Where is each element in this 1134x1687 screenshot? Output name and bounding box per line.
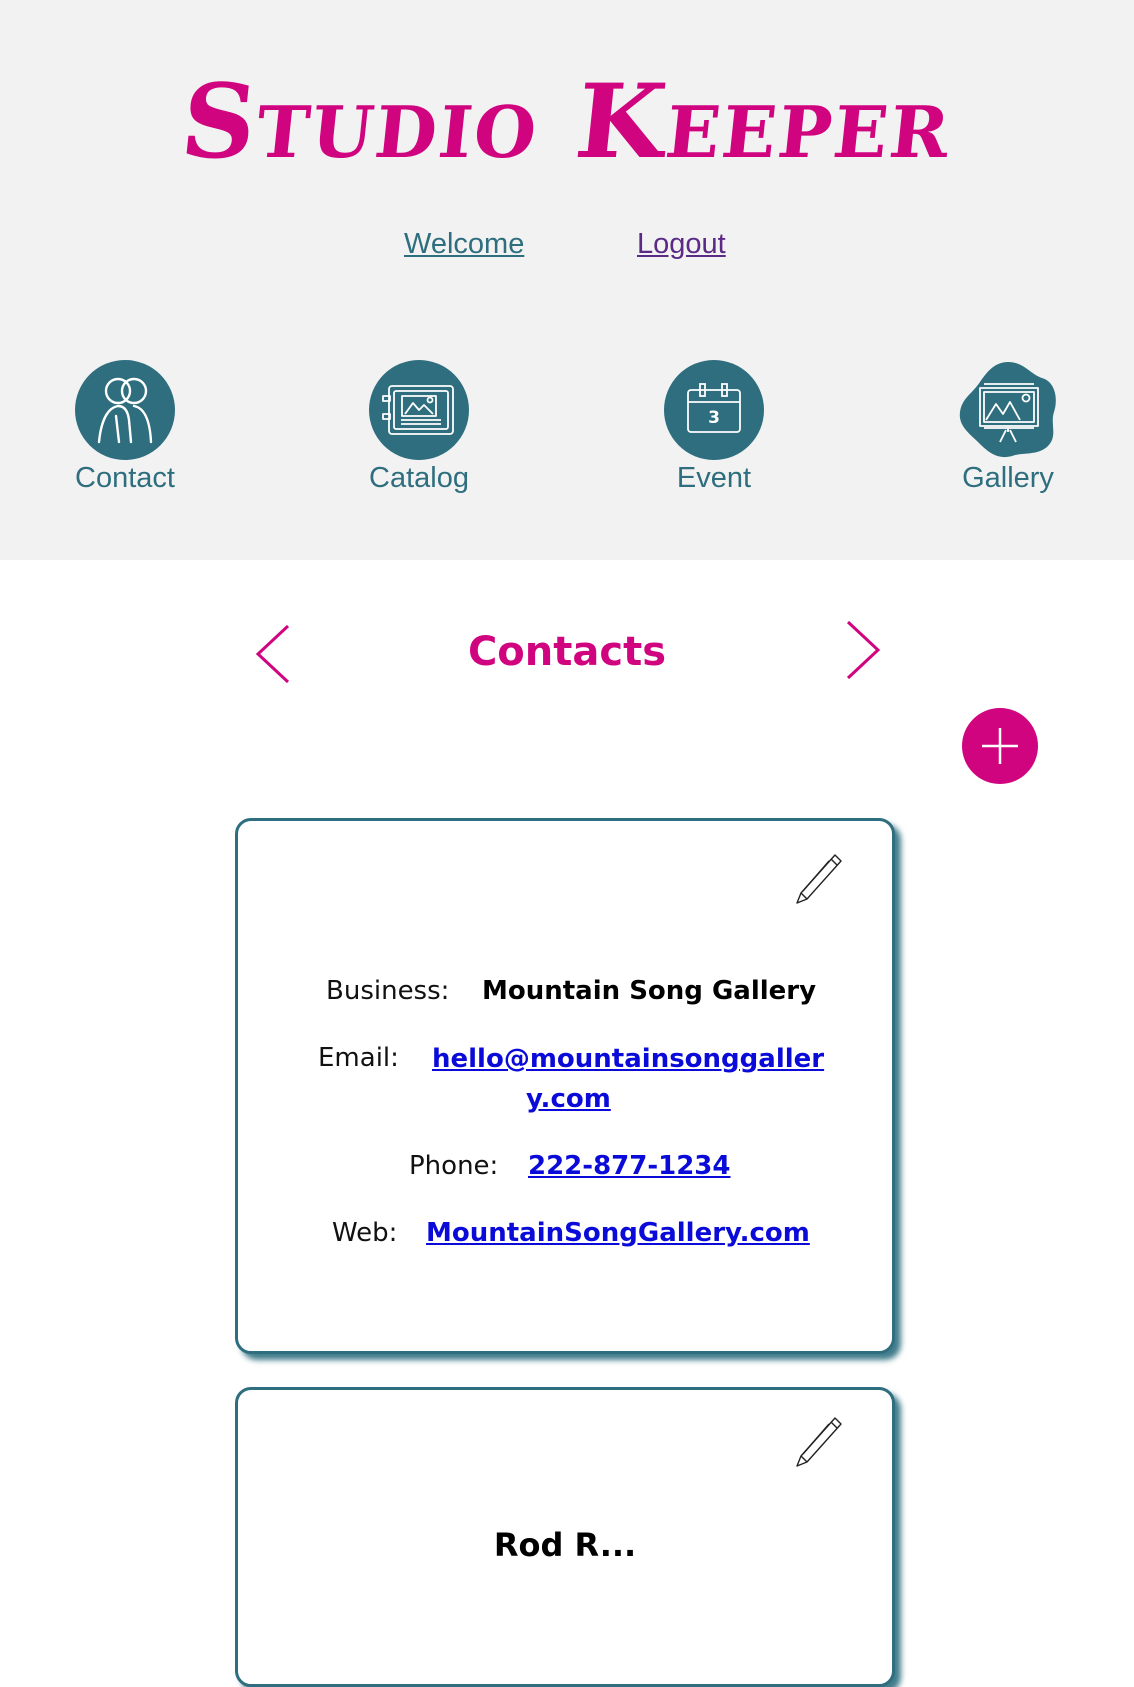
contact-card: Business: Mountain Song Gallery Email: h… xyxy=(235,818,895,1354)
pencil-icon[interactable] xyxy=(793,851,843,907)
logout-link[interactable]: Logout xyxy=(637,226,726,262)
easel-icon xyxy=(959,362,1056,458)
app-title: Studio Keeper xyxy=(175,62,959,182)
add-contact-button[interactable] xyxy=(962,708,1038,784)
contact-name: Rod R... xyxy=(493,1526,637,1564)
phone-label: Phone: xyxy=(409,1151,499,1181)
header: Studio Keeper Welcome Logout Contact Cat… xyxy=(0,0,1134,560)
welcome-link[interactable]: Welcome xyxy=(404,226,524,262)
email-link-continued[interactable]: y.com xyxy=(526,1079,611,1119)
pencil-icon[interactable] xyxy=(793,1414,843,1470)
nav-item-gallery[interactable]: Gallery xyxy=(908,360,1108,500)
nav-label-event: Event xyxy=(676,462,752,494)
web-label: Web: xyxy=(332,1218,398,1248)
catalog-icon xyxy=(369,360,469,460)
chevron-right-icon[interactable] xyxy=(842,618,882,682)
plus-icon xyxy=(982,728,1018,764)
page-title: Contacts xyxy=(467,629,667,675)
web-link[interactable]: MountainSongGallery.com xyxy=(426,1213,810,1253)
contact-card: Rod R... xyxy=(235,1387,895,1687)
nav-item-catalog[interactable]: Catalog xyxy=(319,360,519,500)
people-icon xyxy=(75,360,175,460)
calendar-icon: 3 xyxy=(664,360,764,460)
nav-item-event[interactable]: 3 Event xyxy=(614,360,814,500)
nav-item-contact[interactable]: Contact xyxy=(25,360,225,500)
nav-label-gallery: Gallery xyxy=(962,462,1054,494)
email-label: Email: xyxy=(318,1043,399,1073)
nav-label-contact: Contact xyxy=(75,462,175,494)
email-link[interactable]: hello@mountainsonggaller xyxy=(432,1039,824,1079)
nav-label-catalog: Catalog xyxy=(369,462,469,494)
business-value: Mountain Song Gallery xyxy=(482,976,817,1006)
business-label: Business: xyxy=(326,976,450,1006)
calendar-day: 3 xyxy=(708,408,720,428)
phone-link[interactable]: 222-877-1234 xyxy=(528,1146,731,1186)
